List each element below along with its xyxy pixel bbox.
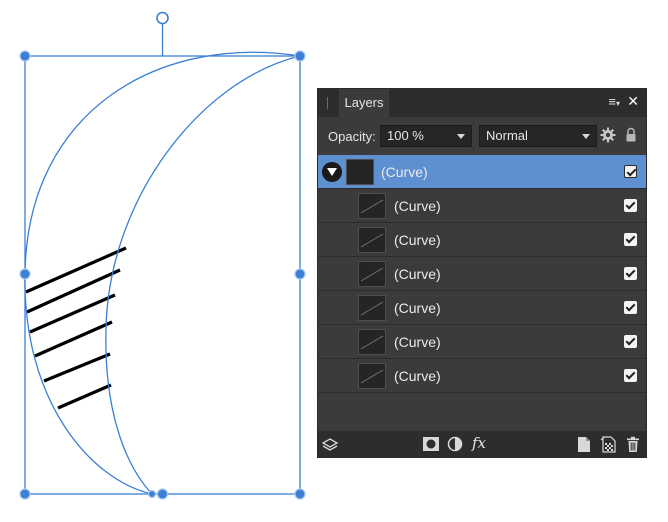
layers-panel: Layers ≡▾ ✕ Opacity: 100 % Normal (Curve… (317, 88, 647, 458)
layer-row[interactable]: (Curve) (318, 257, 646, 291)
hatch-line[interactable] (25, 246, 127, 294)
handle-bottom-center[interactable] (156, 488, 169, 500)
fx-button[interactable]: fx (472, 434, 486, 452)
layer-thumbnail (358, 363, 386, 389)
panel-menu-icon[interactable]: ≡▾ (608, 94, 620, 109)
opacity-label: Opacity: (328, 129, 376, 144)
layer-name: (Curve) (381, 164, 428, 180)
hatch-lines (25, 246, 127, 410)
visibility-checkbox[interactable] (624, 335, 637, 348)
visibility-checkbox[interactable] (624, 267, 637, 280)
blend-mode-value: Normal (486, 128, 528, 143)
rotation-handle[interactable] (156, 11, 169, 25)
hatch-line[interactable] (34, 320, 113, 358)
adjustment-icon[interactable] (447, 436, 463, 452)
chevron-down-icon (457, 134, 465, 139)
lock-icon[interactable] (625, 127, 637, 143)
layers-stack-icon[interactable] (321, 436, 339, 454)
inner-curve[interactable] (105, 55, 301, 495)
curve-node[interactable] (147, 489, 157, 499)
handle-bottom-left[interactable] (19, 488, 31, 500)
layer-name: (Curve) (394, 334, 441, 350)
new-pixel-layer-icon[interactable] (600, 436, 617, 453)
trash-icon[interactable] (626, 436, 640, 453)
expand-triangle-icon[interactable] (322, 162, 342, 182)
handle-bottom-right[interactable] (294, 488, 306, 500)
new-layer-icon[interactable] (577, 436, 591, 453)
visibility-checkbox[interactable] (624, 233, 637, 246)
close-icon[interactable]: ✕ (627, 93, 639, 110)
tab-layers[interactable]: Layers (339, 89, 389, 117)
visibility-checkbox[interactable] (624, 301, 637, 314)
visibility-checkbox[interactable] (624, 165, 637, 178)
mask-layer-icon[interactable] (422, 436, 440, 452)
handle-top-right[interactable] (294, 50, 306, 62)
layer-row[interactable]: (Curve) (318, 291, 646, 325)
layer-list: (Curve) (Curve) (Curve) (Curve) (Curve) … (318, 155, 646, 393)
layer-row[interactable]: (Curve) (318, 359, 646, 393)
handle-top-left[interactable] (19, 50, 31, 62)
layer-name: (Curve) (394, 368, 441, 384)
panel-tab-bar: Layers ≡▾ ✕ (318, 89, 646, 117)
layer-thumbnail (358, 227, 386, 253)
hatch-line[interactable] (43, 352, 111, 383)
opacity-value: 100 % (387, 128, 424, 143)
layer-thumbnail (358, 261, 386, 287)
layer-row[interactable]: (Curve) (318, 223, 646, 257)
panel-grip[interactable] (327, 97, 328, 109)
panel-footer: fx (318, 431, 646, 457)
layer-name: (Curve) (394, 232, 441, 248)
layer-thumbnail (346, 159, 374, 185)
layer-name: (Curve) (394, 300, 441, 316)
layer-row-parent[interactable]: (Curve) (318, 155, 646, 189)
layer-thumbnail (358, 193, 386, 219)
layer-name: (Curve) (394, 266, 441, 282)
layer-row[interactable]: (Curve) (318, 189, 646, 223)
chevron-down-icon (582, 134, 590, 139)
gear-icon[interactable] (600, 127, 616, 143)
blend-mode-dropdown[interactable]: Normal (479, 125, 597, 147)
visibility-checkbox[interactable] (624, 199, 637, 212)
layer-thumbnail (358, 295, 386, 321)
hatch-line[interactable] (57, 383, 112, 410)
layer-name: (Curve) (394, 198, 441, 214)
hatch-line[interactable] (26, 268, 121, 314)
layer-thumbnail (358, 329, 386, 355)
handle-middle-right[interactable] (294, 268, 306, 280)
visibility-checkbox[interactable] (624, 369, 637, 382)
opacity-dropdown[interactable]: 100 % (380, 125, 472, 147)
handle-middle-left[interactable] (19, 268, 31, 280)
layer-row[interactable]: (Curve) (318, 325, 646, 359)
selection-box (19, 11, 306, 500)
